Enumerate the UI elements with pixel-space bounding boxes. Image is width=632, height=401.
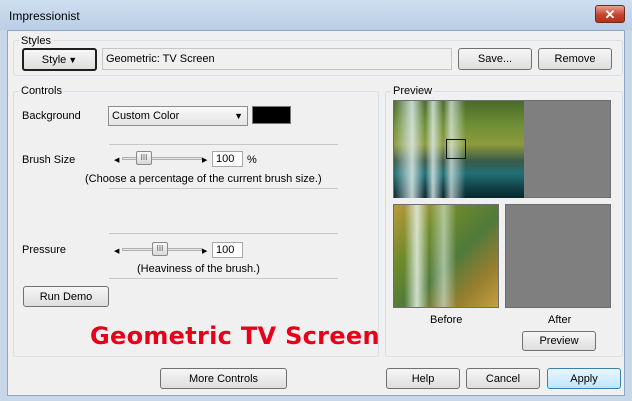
- cancel-button[interactable]: Cancel: [466, 368, 540, 389]
- close-button[interactable]: ✕: [595, 5, 625, 23]
- chevron-down-icon: ▼: [234, 111, 243, 121]
- slider-left-arrow-icon[interactable]: ◀: [114, 247, 119, 255]
- brush-size-input[interactable]: 100: [212, 151, 243, 167]
- pressure-label: Pressure: [22, 244, 67, 256]
- pressure-thumb[interactable]: III: [152, 242, 168, 256]
- help-button[interactable]: Help: [386, 368, 460, 389]
- after-label: After: [548, 314, 572, 326]
- before-label: Before: [430, 314, 463, 326]
- divider: [109, 188, 338, 189]
- divider: [109, 144, 338, 145]
- background-select-value: Custom Color: [112, 110, 180, 122]
- brush-size-unit: %: [247, 154, 257, 166]
- brush-size-thumb[interactable]: III: [136, 151, 152, 165]
- overlay-caption: Geometric TV Screen: [90, 322, 380, 350]
- brush-size-hint: (Choose a percentage of the current brus…: [85, 173, 322, 185]
- background-select[interactable]: Custom Color ▼: [108, 106, 248, 126]
- style-menu-button[interactable]: Style ▼: [22, 48, 97, 71]
- brush-size-track[interactable]: [122, 157, 202, 160]
- pressure-value: 100: [216, 244, 235, 256]
- divider: [109, 233, 338, 234]
- style-name: Geometric: TV Screen: [106, 53, 215, 65]
- after-image: [505, 204, 611, 308]
- close-icon: ✕: [604, 7, 616, 22]
- pressure-hint: (Heaviness of the brush.): [137, 263, 260, 275]
- remove-button[interactable]: Remove: [538, 48, 612, 70]
- more-controls-button[interactable]: More Controls: [160, 368, 287, 389]
- zoom-region-marker[interactable]: [446, 139, 466, 159]
- divider: [109, 278, 338, 279]
- dropdown-triangle-icon: ▼: [68, 54, 78, 65]
- controls-group: Controls: [13, 85, 379, 357]
- before-image: [393, 204, 499, 308]
- preview-source-image: [394, 101, 524, 198]
- run-demo-button[interactable]: Run Demo: [23, 286, 109, 307]
- preview-button[interactable]: Preview: [522, 331, 596, 351]
- preview-group-label: Preview: [391, 85, 435, 97]
- style-name-field: Geometric: TV Screen: [102, 48, 452, 70]
- brush-size-label: Brush Size: [22, 154, 76, 166]
- preview-canvas: [393, 100, 611, 198]
- title-bar: Impressionist ✕: [0, 0, 632, 30]
- background-color-swatch[interactable]: [252, 106, 291, 124]
- background-label: Background: [22, 110, 81, 122]
- styles-group-label: Styles: [19, 35, 53, 47]
- pressure-input[interactable]: 100: [212, 242, 243, 258]
- slider-left-arrow-icon[interactable]: ◀: [114, 156, 119, 164]
- slider-right-arrow-icon[interactable]: ▶: [202, 156, 207, 164]
- slider-right-arrow-icon[interactable]: ▶: [202, 247, 207, 255]
- save-button[interactable]: Save...: [458, 48, 532, 70]
- style-button-label: Style: [41, 53, 67, 66]
- brush-size-value: 100: [216, 153, 235, 165]
- apply-button[interactable]: Apply: [547, 368, 621, 389]
- controls-group-label: Controls: [19, 85, 64, 97]
- window-title: Impressionist: [9, 9, 80, 23]
